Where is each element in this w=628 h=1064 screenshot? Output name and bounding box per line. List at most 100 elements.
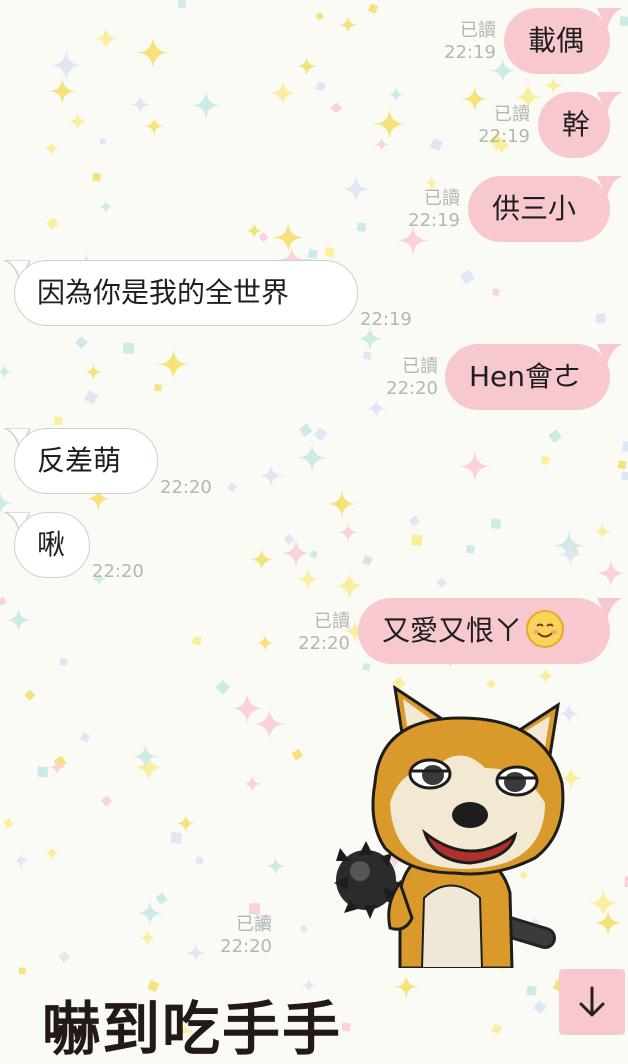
confetti-square [3, 817, 14, 829]
message-meta: 22:20 [160, 477, 230, 499]
timestamp: 22:19 [444, 42, 496, 63]
message-bubble[interactable]: 反差萌 [14, 428, 158, 494]
message-bubble[interactable]: 又愛又恨ㄚ [358, 598, 610, 664]
message-meta: 已讀 22:19 [470, 104, 530, 148]
read-status: 已讀 [460, 20, 496, 41]
read-status: 已讀 [494, 104, 530, 125]
message-bubble[interactable]: 載偶 [504, 8, 610, 74]
confetti-star [156, 347, 191, 382]
confetti-square [341, 1022, 351, 1032]
confetti-square [101, 795, 113, 807]
confetti-square [620, 471, 628, 481]
bubble-tail [597, 8, 623, 30]
confetti-star [337, 521, 359, 544]
confetti-square [84, 390, 99, 405]
timestamp: 22:20 [92, 561, 144, 582]
confetti-star [296, 441, 328, 474]
message-text: 因為你是我的全世界 [37, 276, 290, 309]
confetti-star [364, 397, 388, 420]
confetti-square [313, 427, 328, 442]
confetti-square [215, 679, 231, 695]
confetti-square [330, 102, 342, 114]
confetti-square [459, 269, 475, 285]
confetti-square [154, 384, 162, 392]
confetti-square [465, 544, 475, 554]
confetti-square [24, 689, 36, 701]
message-meta: 已讀 22:20 [378, 356, 438, 400]
confetti-square [54, 416, 63, 425]
read-status: 已讀 [424, 188, 460, 209]
confetti-star [249, 546, 275, 573]
confetti-square [192, 635, 203, 646]
confetti-square [155, 892, 168, 905]
shiba-dog-sticker[interactable] [330, 683, 570, 968]
confetti-star [340, 174, 371, 205]
confetti-star [42, 844, 62, 863]
confetti-square [540, 455, 550, 466]
message-text: 供三小 [492, 192, 577, 225]
confetti-star [251, 706, 287, 742]
confetti-square [248, 903, 260, 915]
confetti-star [5, 606, 32, 634]
confetti-square [36, 766, 49, 778]
message-text: 載偶 [528, 24, 585, 57]
timestamp: 22:19 [408, 210, 460, 231]
confetti-star [372, 106, 407, 141]
confetti-square [59, 657, 68, 666]
timestamp: 22:19 [360, 309, 412, 330]
message-bubble[interactable]: Hen會ㄜ [445, 344, 610, 410]
confetti-star [92, 25, 120, 53]
confetti-star [295, 566, 321, 592]
confetti-star [268, 78, 298, 108]
confetti-square [18, 967, 26, 975]
message-meta: 已讀 22:20 [290, 611, 350, 655]
message-meta: 22:19 [360, 309, 430, 331]
partial-bottom-text: 嚇到吃手手 [42, 995, 343, 1063]
bubble-tail [597, 344, 623, 366]
message-text: Hen會ㄜ [469, 360, 582, 393]
confetti-square [309, 550, 318, 559]
confetti-star [11, 851, 31, 870]
confetti-square [170, 831, 183, 844]
scroll-to-bottom-button[interactable] [559, 969, 625, 1035]
confetti-star [300, 976, 318, 995]
arrow-down-icon [579, 986, 605, 1017]
confetti-square [362, 662, 371, 671]
confetti-square [147, 980, 160, 993]
confetti-square [75, 336, 88, 349]
message-bubble[interactable]: 啾 [14, 512, 90, 578]
confetti-star [97, 198, 115, 215]
confetti-star [280, 537, 312, 569]
bubble-tail [597, 598, 623, 620]
confetti-star [175, 812, 197, 834]
confetti-square [595, 313, 606, 324]
message-meta: 已讀 22:19 [400, 188, 460, 232]
message-text: 啾 [37, 528, 66, 561]
confetti-star [387, 85, 405, 104]
confetti-square [622, 441, 628, 452]
confetti-star [229, 690, 265, 727]
confetti-square [491, 1023, 503, 1033]
confetti-square [291, 749, 304, 761]
confetti-star [271, 220, 306, 255]
confetti-square [283, 533, 295, 545]
message-meta: 已讀 22:20 [210, 914, 272, 958]
timestamp: 22:20 [298, 633, 350, 654]
message-bubble[interactable]: 供三小 [468, 176, 610, 242]
confetti-square [356, 222, 367, 232]
confetti-square [429, 138, 444, 152]
confetti-star [47, 76, 78, 106]
confetti-star [592, 521, 613, 542]
confetti-square [367, 3, 379, 14]
confetti-star [42, 139, 61, 158]
confetti-square [617, 460, 627, 470]
message-bubble[interactable]: 因為你是我的全世界 [14, 260, 358, 326]
confetti-square [526, 985, 537, 996]
confetti-square [624, 876, 628, 888]
confetti-square [46, 217, 59, 230]
confetti-square [195, 856, 205, 866]
confetti-star [83, 362, 104, 382]
confetti-star [593, 908, 623, 938]
read-status: 已讀 [402, 356, 438, 377]
confetti-square [492, 288, 500, 297]
